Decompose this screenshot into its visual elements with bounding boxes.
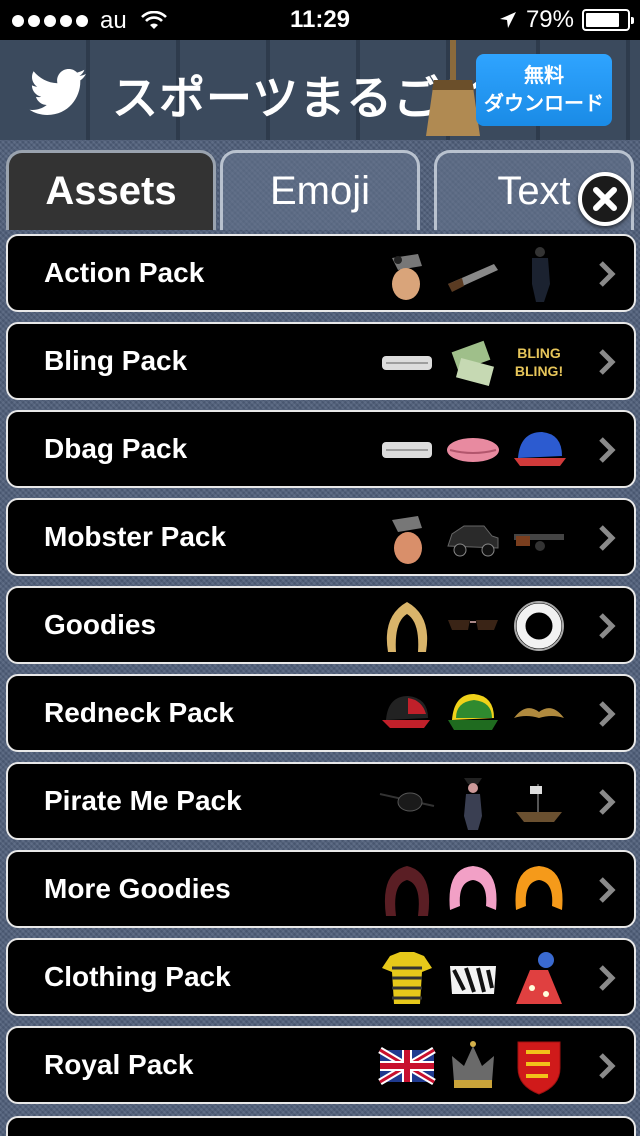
pack-thumbnails [378, 772, 568, 832]
money-icon [451, 340, 495, 387]
chevron-right-icon [599, 437, 616, 463]
blonde-wig-icon [386, 602, 428, 652]
gun-hand-icon [392, 254, 422, 300]
ring-icon [514, 601, 564, 651]
ad-cta-line2: ダウンロード [484, 93, 604, 115]
grill-teeth-icon [382, 442, 432, 458]
green-cap-icon [448, 694, 498, 730]
pack-thumbnails [378, 596, 568, 656]
location-arrow-icon [499, 12, 516, 28]
pack-label: Action Pack [44, 257, 205, 288]
chevron-right-icon [599, 349, 616, 375]
chevron-right-icon [599, 789, 616, 815]
mustache-icon [514, 708, 564, 718]
pack-thumbnails [378, 244, 568, 304]
svg-text:BLING!: BLING! [515, 363, 563, 379]
dark-wig-icon [384, 866, 430, 916]
pack-thumbnails: BLING BLING! [378, 332, 568, 392]
tommy-gun-icon [514, 534, 564, 551]
pack-row-dbag[interactable]: Dbag Pack [6, 410, 636, 488]
pack-label: More Goodies [44, 873, 231, 904]
svg-text:BLING: BLING [517, 345, 561, 361]
lips-icon [447, 438, 499, 462]
pack-thumbnails [378, 684, 568, 744]
chevron-right-icon [599, 613, 616, 639]
sunglasses-icon [448, 620, 498, 630]
pink-wig-icon [449, 866, 497, 910]
pack-row-mobster[interactable]: Mobster Pack [6, 498, 636, 576]
chevron-right-icon [599, 261, 616, 287]
tab-assets[interactable]: Assets [6, 150, 216, 230]
chevron-right-icon [599, 965, 616, 991]
grill-teeth-icon [382, 356, 432, 370]
status-bar: au 11:29 79% [0, 0, 640, 40]
pack-row-action[interactable]: Action Pack [6, 234, 636, 312]
eyepatch-icon [379, 792, 435, 812]
pack-row-partial[interactable] [6, 1116, 636, 1136]
pack-label: Mobster Pack [44, 521, 227, 552]
vintage-car-icon [447, 525, 499, 557]
ad-cta-line1: 無料 [524, 65, 564, 87]
striped-shirt-icon [382, 952, 432, 1004]
battery-percent: 79% [525, 6, 574, 33]
gun-hand-icon [392, 516, 422, 564]
battery-icon [582, 9, 634, 31]
chevron-right-icon [599, 701, 616, 727]
royal-shield-icon [517, 1041, 561, 1095]
pack-thumbnails [378, 948, 568, 1008]
pack-label: Pirate Me Pack [44, 785, 242, 816]
shotgun-icon [448, 264, 498, 292]
crown-icon [452, 1041, 494, 1088]
pack-row-more-goodies[interactable]: More Goodies [6, 850, 636, 928]
pack-label: Clothing Pack [44, 961, 231, 992]
close-button[interactable] [578, 172, 632, 226]
chevron-right-icon [599, 877, 616, 903]
union-jack-icon [378, 1046, 436, 1086]
zebra-top-icon [450, 966, 496, 994]
pack-row-bling[interactable]: Bling Pack BLING BLING! [6, 322, 636, 400]
twitter-icon [29, 69, 87, 115]
pack-row-redneck[interactable]: Redneck Pack [6, 674, 636, 752]
pack-label: Goodies [44, 609, 157, 640]
pack-row-pirate[interactable]: Pirate Me Pack [6, 762, 636, 840]
chevron-right-icon [599, 525, 616, 551]
close-icon [593, 187, 617, 211]
pack-thumbnails [378, 1036, 568, 1096]
pirate-ship-icon [516, 784, 562, 822]
bling-text-icon: BLING BLING! [515, 345, 563, 379]
pack-row-royal[interactable]: Royal Pack [6, 1026, 636, 1104]
pack-label: Bling Pack [44, 345, 188, 376]
pirate-figure-icon [464, 778, 482, 830]
pack-row-goodies[interactable]: Goodies [6, 586, 636, 664]
ad-banner[interactable]: スポーツまるごと 無料 ダウンロード [0, 40, 640, 140]
status-right: 79% [498, 6, 634, 34]
pack-thumbnails [378, 508, 568, 568]
dress-icon [516, 952, 562, 1004]
orange-wig-icon [515, 866, 563, 910]
pack-label: Royal Pack [44, 1049, 194, 1080]
trucker-cap-icon [382, 696, 430, 728]
pack-row-clothing[interactable]: Clothing Pack [6, 938, 636, 1016]
cap-icon [514, 432, 566, 466]
pack-label: Redneck Pack [44, 697, 234, 728]
pack-label: Dbag Pack [44, 433, 188, 464]
ad-download-button[interactable]: 無料 ダウンロード [476, 54, 612, 126]
gangster-figure-icon [532, 247, 550, 302]
tab-emoji[interactable]: Emoji [220, 150, 420, 230]
chevron-right-icon [599, 1053, 616, 1079]
pack-thumbnails [378, 420, 568, 480]
pack-thumbnails [378, 860, 568, 920]
